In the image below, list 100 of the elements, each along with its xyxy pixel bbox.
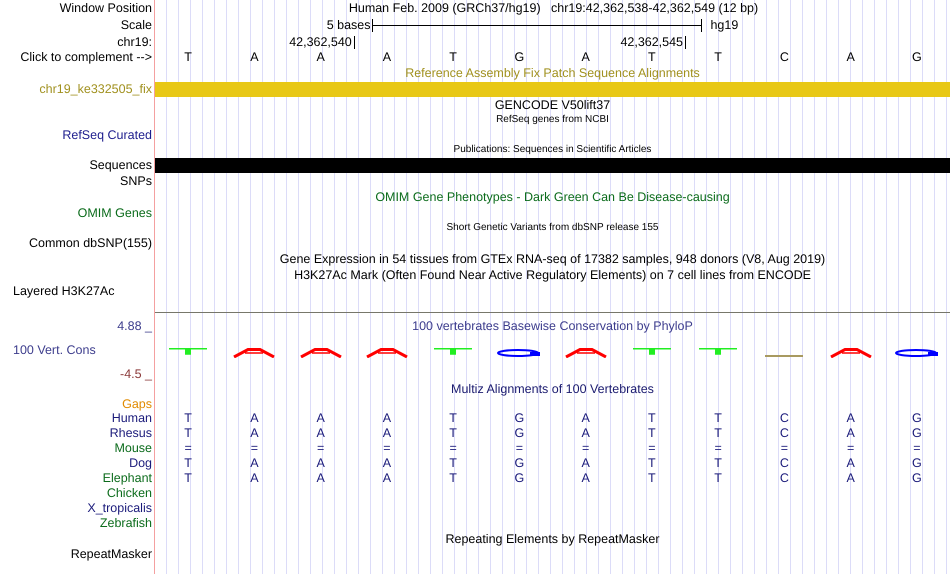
axis-label: -4.5 _ xyxy=(120,368,152,380)
alignment-base: A xyxy=(382,472,392,485)
alignment-base: G xyxy=(514,412,524,425)
alignment-base: G xyxy=(912,457,922,470)
axis-label: RepeatMasker xyxy=(70,548,152,560)
species-label[interactable]: Mouse xyxy=(114,442,152,455)
alignment-base: T xyxy=(648,457,656,470)
alignment-base: T xyxy=(648,427,656,440)
alignment-base: T xyxy=(449,472,457,485)
axis-label: 4.88 _ xyxy=(117,320,152,332)
caret-icon xyxy=(830,348,872,358)
alignment-base: A xyxy=(846,472,855,485)
row-label: chr19: xyxy=(117,36,152,48)
alignment-base: T xyxy=(714,472,722,485)
alignment-base: A xyxy=(581,412,590,425)
assembly-label: hg19 xyxy=(709,19,738,32)
alignment-base: A xyxy=(846,427,855,440)
track-title: Gene Expression in 54 tissues from GTEx RNA-seq of 17382 samples, 948 donors (V8, Aug 2019) xyxy=(280,252,826,266)
alignment-base: = xyxy=(648,442,656,455)
base-letter[interactable]: G xyxy=(912,51,922,64)
t-bar-icon xyxy=(699,348,738,355)
track-label[interactable]: Layered H3K27Ac xyxy=(13,285,114,298)
alignment-base: = xyxy=(846,442,854,455)
alignment-base: G xyxy=(912,472,922,485)
alignment-base: G xyxy=(514,427,524,440)
alignment-base: = xyxy=(780,442,788,455)
coordinate-label: 42,362,540 xyxy=(289,36,355,48)
alignment-base: = xyxy=(250,442,258,455)
caret-icon xyxy=(366,348,408,358)
base-letter[interactable]: C xyxy=(780,51,789,64)
species-label[interactable]: Human xyxy=(112,412,152,425)
alignment-base: = xyxy=(516,442,524,455)
species-label[interactable]: Rhesus xyxy=(110,427,152,440)
alignment-base: C xyxy=(780,472,789,485)
alignment-base: T xyxy=(449,412,457,425)
alignment-base: T xyxy=(184,412,192,425)
complement-link[interactable]: Click to complement --> xyxy=(20,51,152,64)
track-title: Short Genetic Variants from dbSNP release 155 xyxy=(446,223,658,233)
alignment-base: A xyxy=(250,472,259,485)
base-letter[interactable]: T xyxy=(449,51,457,64)
species-label[interactable]: Chicken xyxy=(106,487,152,500)
base-letter[interactable]: T xyxy=(648,51,656,64)
base-letter[interactable]: A xyxy=(846,51,855,64)
alignment-base: A xyxy=(382,412,392,425)
t-bar-icon xyxy=(632,348,671,355)
caret-icon xyxy=(300,348,342,358)
alignment-base: = xyxy=(449,442,457,455)
track-title: 100 vertebrates Basewise Conservation by PhyloP xyxy=(412,320,693,332)
track-title: Publications: Sequences in Scientific Articles xyxy=(454,145,652,155)
base-letter[interactable]: A xyxy=(316,51,325,64)
base-letter[interactable]: A xyxy=(250,51,259,64)
track-label[interactable]: Common dbSNP(155) xyxy=(29,236,152,250)
t-bar-icon xyxy=(434,348,472,355)
track-title: RefSeq genes from NCBI xyxy=(496,115,609,125)
alignment-base: A xyxy=(316,457,325,470)
base-letter[interactable]: T xyxy=(714,51,722,64)
caret-icon xyxy=(233,348,276,358)
row-label: Window Position xyxy=(60,2,152,15)
scale-text: 5 bases xyxy=(326,19,372,32)
alignment-base: G xyxy=(912,427,922,440)
base-letter[interactable]: T xyxy=(184,51,192,64)
alignment-base: A xyxy=(581,427,590,440)
track-label[interactable]: 100 Vert. Cons xyxy=(13,344,96,357)
alignment-base: = xyxy=(913,442,921,455)
track-label[interactable]: RefSeq Curated xyxy=(62,128,152,142)
species-label[interactable]: Zebrafish xyxy=(100,517,152,530)
alignment-base: T xyxy=(648,472,656,485)
alignment-base: A xyxy=(382,457,392,470)
alignment-base: A xyxy=(581,472,590,485)
oval-icon xyxy=(497,348,542,356)
alignment-base: A xyxy=(316,412,325,425)
caret-icon xyxy=(564,348,607,358)
alignment-base: C xyxy=(780,412,789,425)
alignment-base: A xyxy=(250,427,259,440)
base-letter[interactable]: G xyxy=(514,51,524,64)
alignment-base: T xyxy=(184,472,192,485)
alignment-base: T xyxy=(184,457,192,470)
base-letter[interactable]: A xyxy=(581,51,590,64)
alignment-base: = xyxy=(582,442,590,455)
alignment-base: = xyxy=(714,442,722,455)
alignment-base: A xyxy=(250,457,259,470)
alignment-base: = xyxy=(184,442,192,455)
species-label[interactable]: X_tropicalis xyxy=(87,502,152,515)
alignment-base: A xyxy=(316,472,325,485)
base-letter[interactable]: A xyxy=(382,51,392,64)
alignment-base: T xyxy=(184,427,192,440)
track-label[interactable]: OMIM Genes xyxy=(78,206,152,220)
alignment-base: G xyxy=(514,457,524,470)
alignment-base: G xyxy=(514,472,524,485)
alignment-base: A xyxy=(382,427,392,440)
species-label[interactable]: Elephant xyxy=(102,472,152,485)
alignment-base: = xyxy=(383,442,391,455)
alignment-base: A xyxy=(250,412,259,425)
track-label[interactable]: SNPs xyxy=(120,174,152,188)
dash-icon xyxy=(765,354,804,356)
species-label[interactable]: Dog xyxy=(129,457,152,470)
alignment-base: C xyxy=(780,427,789,440)
track-title: OMIM Gene Phenotypes - Dark Green Can Be Disease-causing xyxy=(375,190,730,204)
track-label[interactable]: Sequences xyxy=(89,158,152,172)
track-title: Reference Assembly Fix Patch Sequence Alignments xyxy=(405,66,700,80)
